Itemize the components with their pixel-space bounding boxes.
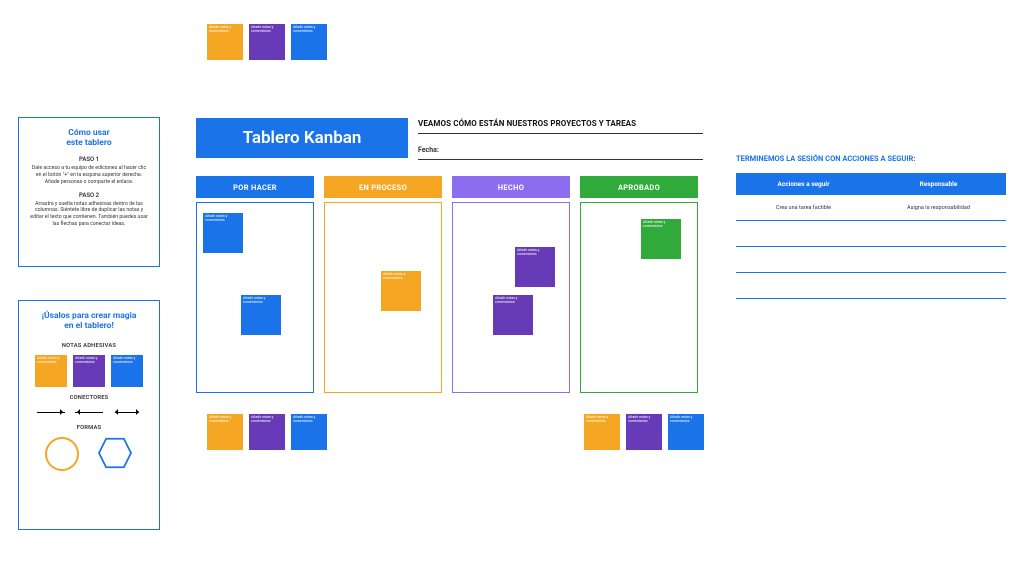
kanban-column-header: EN PROCESO — [324, 176, 442, 198]
sticky-orange[interactable]: Añadir notas y comentarios — [207, 24, 243, 60]
connector-arrow-left-icon[interactable] — [75, 407, 103, 417]
actions-panel: TERMINEMOS LA SESIÓN CON ACCIONES A SEGU… — [736, 154, 1006, 299]
swatch-purple[interactable]: Añadir notas y comentarios — [73, 355, 105, 387]
shape-circle-icon[interactable] — [45, 437, 79, 471]
connector-arrow-both-icon[interactable] — [113, 407, 141, 417]
shape-hexagon-icon[interactable] — [97, 437, 133, 469]
shapes-row — [27, 437, 151, 471]
step1-body: Dale acceso a tu equipo de ediciones al … — [27, 165, 151, 185]
kanban-column-body[interactable]: Añadir notas y comentarios — [580, 202, 698, 393]
howto-panel: Cómo usar este tablero PASO 1 Dale acces… — [18, 117, 160, 267]
sticky-purple[interactable]: Añadir notas y comentarios — [249, 414, 285, 450]
bottom-sticky-palette-right: Añadir notas y comentarios Añadir notas … — [584, 414, 704, 450]
sticky-orange[interactable]: Añadir notas y comentarios — [584, 414, 620, 450]
sticky-blue[interactable]: Añadir notas y comentarios — [291, 414, 327, 450]
step2-body: Arrastra y suelta notas adhesivas dentro… — [27, 201, 151, 228]
kanban-column-header: APROBADO — [580, 176, 698, 198]
sticky-purple[interactable]: Añadir notas y comentarios — [626, 414, 662, 450]
connectors-section-label: CONECTORES — [27, 395, 151, 401]
kanban-subtitle: VEAMOS CÓMO ESTÁN NUESTROS PROYECTOS Y T… — [418, 119, 636, 128]
kanban-column-body[interactable]: Añadir notas y comentarios — [324, 202, 442, 393]
kanban-card[interactable]: Añadir notas y comentarios — [241, 295, 281, 335]
bottom-sticky-palette-left: Añadir notas y comentarios Añadir notas … — [207, 414, 327, 450]
kanban-title: Tablero Kanban — [196, 118, 408, 158]
sticky-blue[interactable]: Añadir notas y comentarios — [668, 414, 704, 450]
actions-table-row[interactable] — [736, 273, 1006, 299]
sticky-section-label: NOTAS ADHESIVAS — [27, 343, 151, 349]
howto-title: Cómo usar este tablero — [27, 128, 151, 148]
swatch-blue[interactable]: Añadir notas y comentarios — [111, 355, 143, 387]
swatch-orange[interactable]: Añadir notas y comentarios — [35, 355, 67, 387]
kanban-card[interactable]: Añadir notas y comentarios — [641, 219, 681, 259]
actions-table-header: Acciones a seguir Responsable — [736, 173, 1006, 195]
actions-cell: Crea una tarea factible — [736, 205, 871, 211]
kanban-card[interactable]: Añadir notas y comentarios — [381, 271, 421, 311]
actions-cell: Asigna la responsabilidad — [871, 205, 1006, 211]
step1-label: PASO 1 — [27, 156, 151, 163]
kanban-column-header: HECHO — [452, 176, 570, 198]
magic-title: ¡Úsalos para crear magia en el tablero! — [27, 311, 151, 331]
actions-header-cell: Responsable — [871, 180, 1006, 188]
kanban-column-inprogress: EN PROCESO Añadir notas y comentarios — [324, 176, 442, 393]
actions-header-cell: Acciones a seguir — [736, 180, 871, 188]
connector-arrow-right-icon[interactable] — [37, 407, 65, 417]
sticky-swatch-row: Añadir notas y comentarios Añadir notas … — [27, 355, 151, 387]
kanban-column-done: HECHO Añadir notas y comentarios Añadir … — [452, 176, 570, 393]
shapes-section-label: FORMAS — [27, 425, 151, 431]
kanban-subtitle-underline — [418, 133, 703, 134]
top-sticky-palette: Añadir notas y comentarios Añadir notas … — [207, 24, 327, 60]
actions-table-row[interactable] — [736, 221, 1006, 247]
kanban-column-approved: APROBADO Añadir notas y comentarios — [580, 176, 698, 393]
kanban-fecha-underline — [418, 159, 703, 160]
kanban-card[interactable]: Añadir notas y comentarios — [493, 295, 533, 335]
kanban-column-header: POR HACER — [196, 176, 314, 198]
sticky-purple[interactable]: Añadir notas y comentarios — [249, 24, 285, 60]
sticky-blue[interactable]: Añadir notas y comentarios — [291, 24, 327, 60]
kanban-fecha-label: Fecha: — [418, 146, 439, 154]
kanban-card[interactable]: Añadir notas y comentarios — [203, 213, 243, 253]
kanban-column-body[interactable]: Añadir notas y comentarios Añadir notas … — [196, 202, 314, 393]
kanban-column-body[interactable]: Añadir notas y comentarios Añadir notas … — [452, 202, 570, 393]
kanban-column-todo: POR HACER Añadir notas y comentarios Aña… — [196, 176, 314, 393]
step2-label: PASO 2 — [27, 192, 151, 199]
connector-row — [27, 407, 151, 417]
actions-table-row[interactable]: Crea una tarea factible Asigna la respon… — [736, 195, 1006, 221]
actions-title: TERMINEMOS LA SESIÓN CON ACCIONES A SEGU… — [736, 154, 1006, 163]
actions-table-row[interactable] — [736, 247, 1006, 273]
magic-panel: ¡Úsalos para crear magia en el tablero! … — [18, 300, 160, 530]
kanban-card[interactable]: Añadir notas y comentarios — [515, 247, 555, 287]
sticky-orange[interactable]: Añadir notas y comentarios — [207, 414, 243, 450]
